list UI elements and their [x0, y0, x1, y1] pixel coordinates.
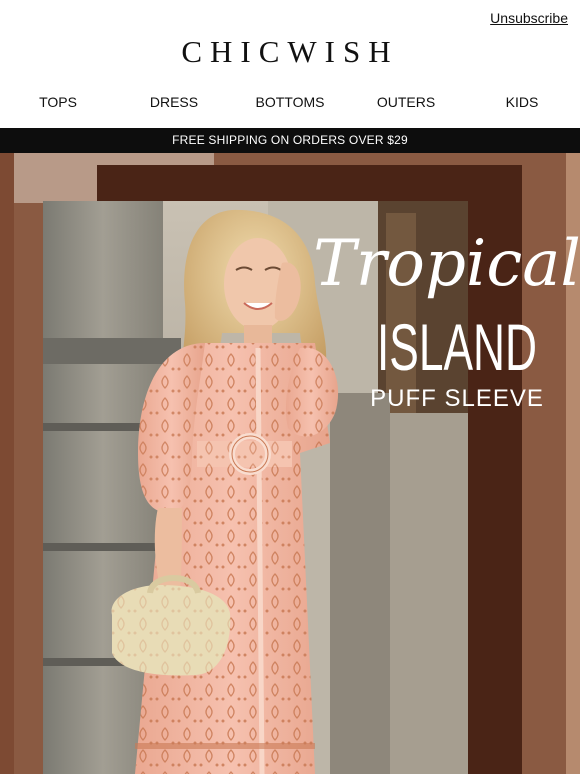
hero-subtitle: PUFF SLEEVE — [370, 385, 544, 412]
hero-photo: Tropical ISLAND PUFF SLEEVE — [0, 153, 580, 774]
nav-dress[interactable]: DRESS — [116, 94, 232, 110]
nav-outers[interactable]: OUTERS — [348, 94, 464, 110]
nav-tops[interactable]: TOPS — [0, 94, 116, 110]
main-nav: TOPS DRESS BOTTOMS OUTERS KIDS — [0, 94, 580, 110]
hero-title-island: ISLAND — [377, 310, 537, 384]
nav-kids[interactable]: KIDS — [464, 94, 580, 110]
nav-bottoms[interactable]: BOTTOMS — [232, 94, 348, 110]
unsubscribe-link[interactable]: Unsubscribe — [490, 10, 568, 26]
brand-logo[interactable]: CHICWISH — [0, 34, 580, 70]
hero-banner[interactable]: Tropical ISLAND PUFF SLEEVE — [0, 153, 580, 774]
hero-title-script: Tropical — [313, 227, 580, 301]
shipping-banner[interactable]: FREE SHIPPING ON ORDERS OVER $29 — [0, 128, 580, 153]
